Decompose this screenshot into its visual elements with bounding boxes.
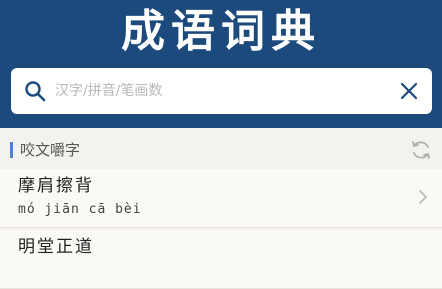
app-header: 成语词典 (0, 0, 442, 128)
section-title: 咬文嚼字 (20, 141, 81, 159)
search-box[interactable] (11, 68, 432, 114)
list-item[interactable]: 明堂正道 (0, 230, 442, 289)
list-item[interactable]: 摩肩擦背 mó jiān cā bèi (0, 169, 442, 228)
chevron-right-icon (419, 190, 427, 204)
search-icon (25, 81, 46, 102)
close-icon[interactable] (399, 81, 419, 101)
section-accent-bar (10, 142, 13, 158)
search-input[interactable] (55, 68, 385, 114)
app-title: 成语词典 (121, 6, 321, 57)
idiom-name: 摩肩擦背 (18, 176, 94, 196)
idiom-pinyin: mó jiān cā bèi (18, 202, 142, 217)
refresh-icon[interactable] (410, 139, 432, 161)
idiom-name: 明堂正道 (18, 237, 94, 257)
section-header: 咬文嚼字 (0, 135, 442, 165)
